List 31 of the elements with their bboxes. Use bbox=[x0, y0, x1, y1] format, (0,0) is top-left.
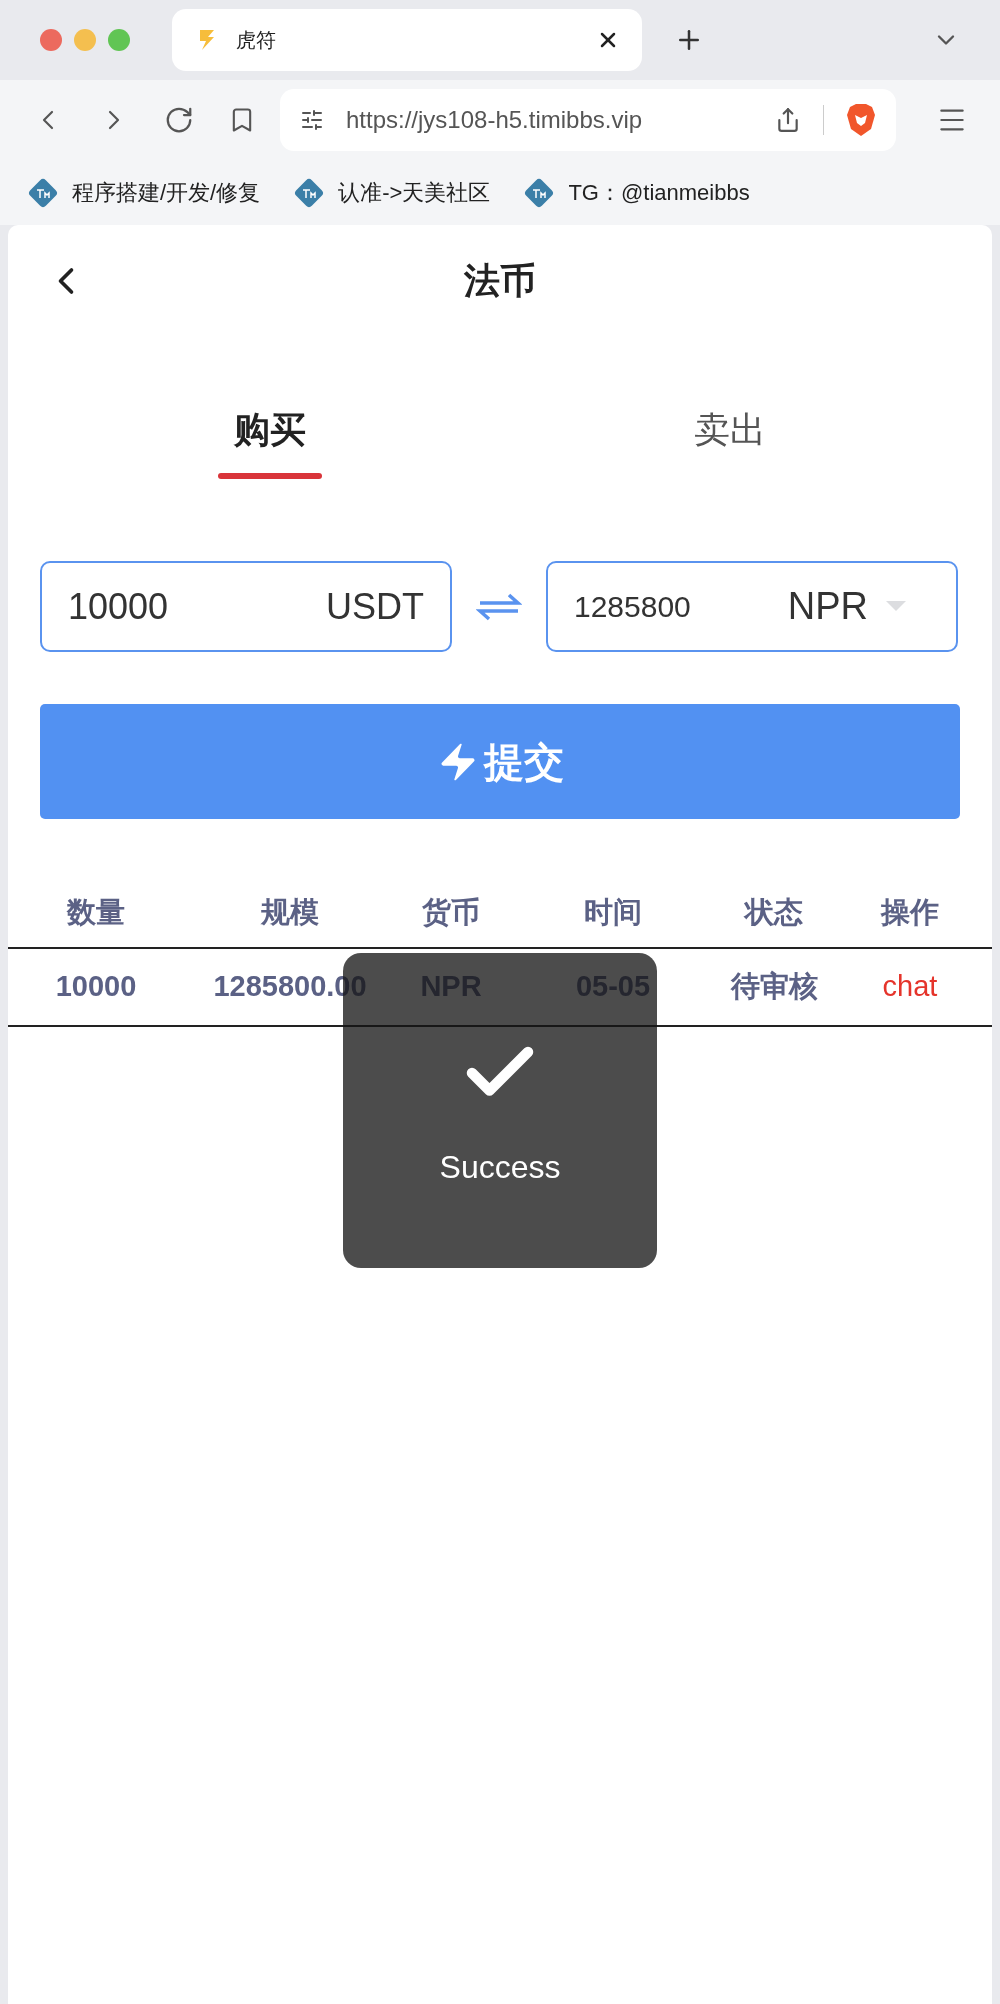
tab-title: 虎符 bbox=[236, 28, 277, 53]
trade-tab[interactable]: 购买 bbox=[40, 383, 500, 491]
column-header: 数量 bbox=[65, 895, 126, 931]
column-header: 时间 bbox=[583, 895, 643, 931]
column-header: 操作 bbox=[879, 895, 940, 931]
trade-tab[interactable]: 卖出 bbox=[500, 383, 960, 491]
converted-amount-field[interactable]: 1285800 NPR bbox=[546, 561, 958, 652]
currency-selector[interactable]: NPR bbox=[787, 578, 868, 635]
table-cell-text: 10000 bbox=[54, 969, 138, 1005]
table-cell-text: 待审核 bbox=[729, 969, 819, 1005]
page-title: 法币 bbox=[464, 259, 536, 303]
converted-value: 1285800 bbox=[574, 589, 692, 625]
browser-tab[interactable]: 虎符 bbox=[172, 9, 642, 71]
amount-value: 10000 bbox=[68, 584, 170, 629]
column-header: 状态 bbox=[742, 895, 804, 931]
url-text: https://jys108-h5.timibbs.vip bbox=[346, 105, 643, 135]
bookmark-link[interactable]: 程序搭建/开发/修复 bbox=[28, 176, 261, 209]
swap-arrows-icon[interactable] bbox=[476, 591, 522, 622]
bookmark-link[interactable]: TG：@tianmeibbs bbox=[524, 176, 750, 209]
toast-message: Success bbox=[439, 1147, 561, 1187]
amount-field[interactable]: 10000 USDT bbox=[40, 561, 452, 652]
column-header: 货币 bbox=[421, 895, 481, 931]
column-header: 规模 bbox=[260, 895, 320, 931]
site-settings-icon[interactable] bbox=[300, 108, 324, 132]
address-bar[interactable]: https://jys108-h5.timibbs.vip bbox=[280, 89, 896, 151]
bookmark-link[interactable]: 认准->天美社区 bbox=[294, 176, 491, 209]
lion-shield-icon[interactable] bbox=[846, 103, 876, 137]
reload-icon[interactable] bbox=[164, 105, 194, 135]
share-icon[interactable] bbox=[775, 107, 801, 133]
unit-label: USDT bbox=[326, 584, 424, 629]
chat-link[interactable]: chat bbox=[828, 965, 992, 1009]
